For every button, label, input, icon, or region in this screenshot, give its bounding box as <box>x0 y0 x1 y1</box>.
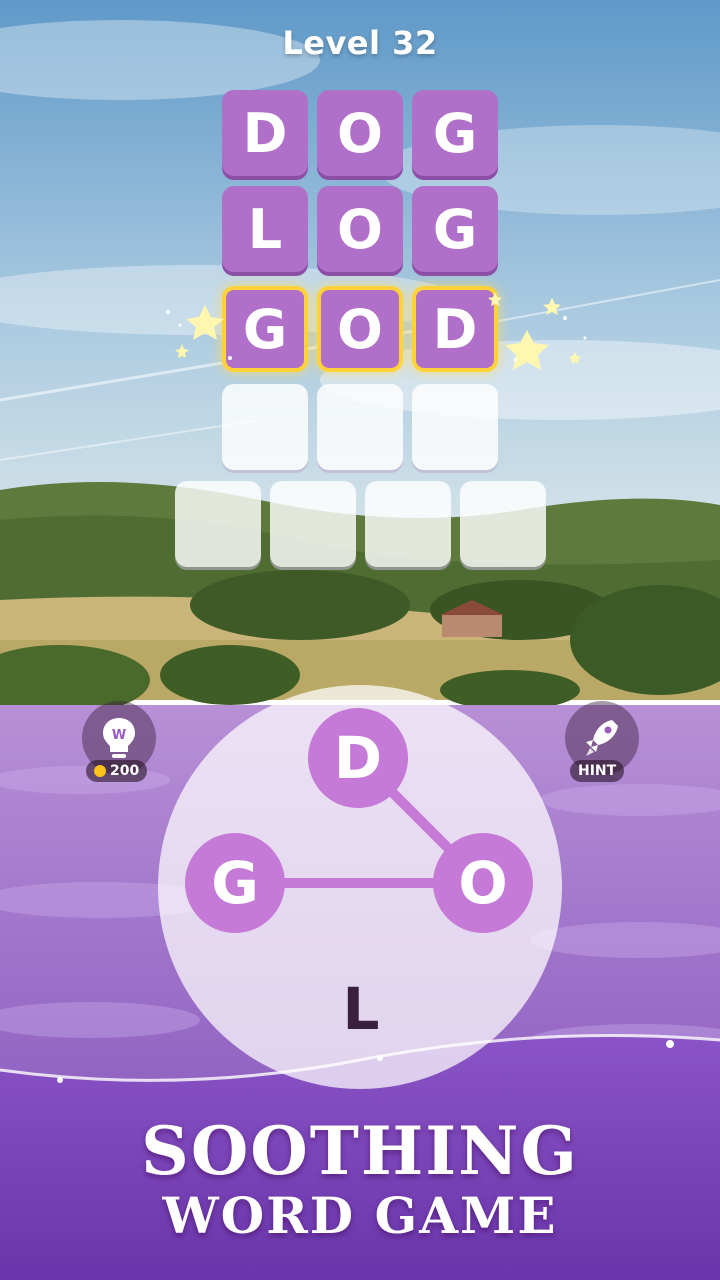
grid-tile: G <box>412 186 498 272</box>
hint-label: HINT <box>578 763 617 779</box>
grid-tile-empty <box>317 384 403 470</box>
banner-headline: SOOTHING <box>141 1112 579 1190</box>
crossword-grid: D O G L O G G O D <box>0 0 720 600</box>
grid-tile: L <box>222 186 308 272</box>
wheel-letter[interactable]: G <box>185 833 285 933</box>
grid-tile-highlighted: D <box>412 286 498 372</box>
grid-tile-highlighted: G <box>222 286 308 372</box>
grid-tile: D <box>222 90 308 176</box>
grid-tile-highlighted: O <box>317 286 403 372</box>
grid-tile-empty <box>270 481 356 567</box>
hint-label-badge: HINT <box>570 760 625 782</box>
grid-tile: G <box>412 90 498 176</box>
grid-tile-empty <box>222 384 308 470</box>
coin-icon <box>94 765 106 777</box>
wheel-letter[interactable]: O <box>433 833 533 933</box>
wheel-letter[interactable]: D <box>308 708 408 808</box>
banner-subheadline: WORD GAME <box>162 1186 558 1245</box>
booster-cost: 200 <box>110 763 140 779</box>
grid-tile: O <box>317 186 403 272</box>
grid-tile-empty <box>175 481 261 567</box>
rocket-icon <box>586 720 618 756</box>
lightbulb-icon: W <box>103 718 135 758</box>
wheel-letter[interactable]: L <box>306 954 416 1064</box>
booster-cost-badge: 200 <box>86 760 148 782</box>
grid-tile-empty <box>460 481 546 567</box>
grid-tile-empty <box>365 481 451 567</box>
svg-text:W: W <box>112 728 126 743</box>
grid-tile: O <box>317 90 403 176</box>
grid-tile-empty <box>412 384 498 470</box>
